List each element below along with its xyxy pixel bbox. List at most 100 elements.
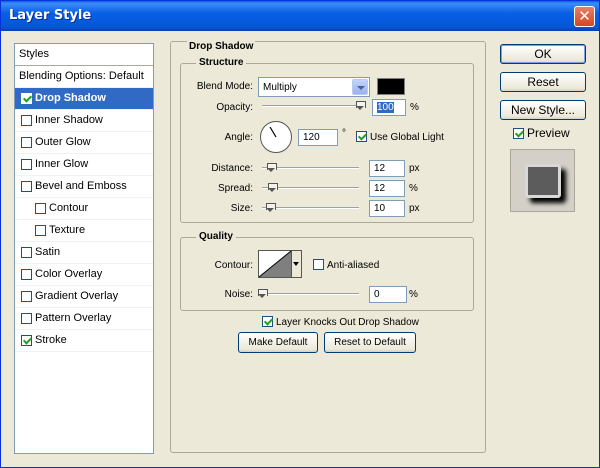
make-default-button[interactable]: Make Default (238, 332, 318, 353)
style-item-stroke[interactable]: Stroke (15, 330, 153, 352)
knockout-label: Layer Knocks Out Drop Shadow (276, 317, 419, 328)
noise-slider[interactable] (262, 293, 359, 295)
checkmark-icon[interactable] (21, 335, 32, 346)
noise-unit: % (409, 289, 418, 300)
style-item-pattern-overlay[interactable]: Pattern Overlay (15, 308, 153, 330)
drop-shadow-title: Drop Shadow (187, 41, 256, 52)
preview-label: Preview (527, 126, 570, 140)
style-item-satin[interactable]: Satin (15, 242, 153, 264)
style-item-color-overlay[interactable]: Color Overlay (15, 264, 153, 286)
noise-label: Noise: (224, 289, 253, 300)
title-bar: Layer Style ✕ (1, 1, 599, 31)
blend-mode-select[interactable]: Multiply (258, 77, 370, 97)
style-item-drop-shadow[interactable]: Drop Shadow (15, 88, 153, 110)
style-preview (510, 149, 575, 212)
style-item-label: Stroke (35, 334, 67, 346)
blending-options-label: Blending Options: Default (19, 70, 144, 82)
checkbox-icon[interactable] (21, 159, 32, 170)
contour-label: Contour: (214, 260, 253, 271)
checkbox-icon[interactable] (35, 225, 46, 236)
anti-aliased-label: Anti-aliased (327, 260, 380, 271)
checkbox-icon[interactable] (21, 247, 32, 258)
blending-options-item[interactable]: Blending Options: Default (15, 66, 153, 88)
style-item-label: Pattern Overlay (35, 312, 112, 324)
chevron-down-icon[interactable] (352, 79, 368, 95)
opacity-slider-thumb[interactable] (356, 101, 366, 111)
opacity-unit: % (410, 102, 419, 113)
opacity-slider[interactable] (262, 105, 362, 107)
styles-header[interactable]: Styles (15, 44, 153, 66)
checkmark-icon[interactable] (21, 93, 32, 104)
shadow-color-swatch[interactable] (377, 78, 405, 95)
distance-input[interactable]: 12 (369, 160, 405, 177)
angle-label: Angle: (224, 132, 253, 143)
style-item-label: Gradient Overlay (35, 290, 119, 302)
checkmark-icon[interactable] (262, 316, 273, 327)
size-input[interactable]: 10 (369, 200, 405, 217)
use-global-light-checkbox[interactable]: Use Global Light (356, 131, 444, 143)
style-item-label: Drop Shadow (35, 92, 106, 104)
style-item-inner-shadow[interactable]: Inner Shadow (15, 110, 153, 132)
checkbox-icon[interactable] (313, 259, 324, 270)
distance-unit: px (409, 163, 420, 174)
style-item-outer-glow[interactable]: Outer Glow (15, 132, 153, 154)
style-item-bevel-and-emboss[interactable]: Bevel and Emboss (15, 176, 153, 198)
blend-mode-label: Blend Mode: (196, 81, 253, 92)
checkmark-icon[interactable] (513, 128, 524, 139)
style-item-label: Color Overlay (35, 268, 103, 280)
opacity-input[interactable]: 100 (372, 99, 406, 116)
style-item-label: Texture (49, 224, 86, 236)
reset-button[interactable]: Reset (500, 72, 586, 92)
checkbox-icon[interactable] (35, 203, 46, 214)
noise-input[interactable]: 0 (369, 286, 407, 303)
ok-button[interactable]: OK (500, 44, 586, 64)
new-style-button[interactable]: New Style... (500, 100, 586, 120)
angle-dial-needle (269, 126, 277, 138)
use-global-light-label: Use Global Light (370, 132, 444, 143)
checkbox-icon[interactable] (21, 115, 32, 126)
contour-dropdown-icon[interactable] (292, 250, 302, 278)
style-item-texture[interactable]: Texture (15, 220, 153, 242)
contour-curve-icon (259, 251, 291, 277)
checkbox-icon[interactable] (21, 269, 32, 280)
distance-slider-thumb[interactable] (267, 163, 277, 173)
style-item-gradient-overlay[interactable]: Gradient Overlay (15, 286, 153, 308)
size-slider-thumb[interactable] (266, 203, 276, 213)
noise-slider-thumb[interactable] (258, 289, 268, 299)
size-slider[interactable] (262, 207, 359, 209)
knockout-checkbox[interactable]: Layer Knocks Out Drop Shadow (262, 316, 419, 328)
spread-input[interactable]: 12 (369, 180, 405, 197)
style-item-label: Satin (35, 246, 61, 258)
spread-label: Spread: (217, 183, 253, 194)
blend-mode-value: Multiply (263, 82, 297, 93)
reset-to-default-button[interactable]: Reset to Default (324, 332, 416, 353)
quality-title: Quality (196, 231, 236, 242)
style-item-label: Inner Glow (35, 158, 89, 170)
contour-picker[interactable] (258, 250, 292, 278)
spread-unit: % (409, 183, 418, 194)
size-label: Size: (230, 203, 253, 214)
checkmark-icon[interactable] (356, 131, 367, 142)
distance-label: Distance: (211, 163, 253, 174)
checkbox-icon[interactable] (21, 313, 32, 324)
style-item-label: Outer Glow (35, 136, 91, 148)
structure-title: Structure (196, 57, 247, 68)
angle-dial[interactable] (260, 121, 292, 153)
style-preview-swatch (525, 164, 561, 198)
angle-unit: ° (342, 128, 346, 139)
opacity-label: Opacity: (216, 102, 253, 113)
checkbox-icon[interactable] (21, 137, 32, 148)
spread-slider-thumb[interactable] (268, 183, 278, 193)
checkbox-icon[interactable] (21, 181, 32, 192)
style-item-contour[interactable]: Contour (15, 198, 153, 220)
anti-aliased-checkbox[interactable]: Anti-aliased (313, 259, 379, 271)
size-unit: px (409, 203, 420, 214)
angle-input[interactable]: 120 (298, 129, 338, 146)
layer-style-dialog: Layer Style ✕ Styles Blending Options: D… (0, 0, 600, 468)
close-button[interactable]: ✕ (574, 6, 595, 27)
styles-list: Styles Blending Options: Default Drop Sh… (14, 43, 154, 454)
preview-checkbox[interactable]: Preview (513, 126, 570, 140)
style-item-inner-glow[interactable]: Inner Glow (15, 154, 153, 176)
style-item-label: Bevel and Emboss (35, 180, 127, 192)
checkbox-icon[interactable] (21, 291, 32, 302)
